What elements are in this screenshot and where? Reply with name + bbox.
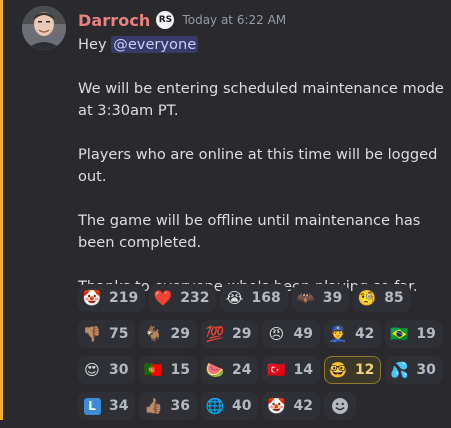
reaction-count: 219 bbox=[109, 290, 139, 306]
reaction-row: L 34 👍🏽 36 🌐 40 🤡 42 bbox=[78, 392, 451, 420]
reaction-face-with-monocle[interactable]: 🧐 85 bbox=[353, 284, 411, 312]
heart-eyes-face-icon: 😍 bbox=[84, 361, 100, 379]
message-content: Hey @everyone We will be entering schedu… bbox=[78, 34, 448, 298]
role-badge-icon[interactable]: RS bbox=[156, 11, 175, 29]
reaction-thumbs-down[interactable]: 👎🏽 75 bbox=[78, 320, 136, 348]
message-paragraph: We will be entering scheduled maintenanc… bbox=[78, 80, 444, 119]
reaction-loudly-crying-face[interactable]: 😭 168 bbox=[220, 284, 288, 312]
reaction-count: 19 bbox=[416, 326, 436, 342]
nerd-face-icon: 🤓 bbox=[328, 361, 348, 379]
reaction-nerd-face[interactable]: 🤓 12 bbox=[323, 356, 382, 384]
reaction-goat[interactable]: 🐐 29 bbox=[139, 320, 197, 348]
message-header: Darroch RS Today at 6:22 AM bbox=[78, 9, 286, 31]
reaction-count: 39 bbox=[322, 290, 343, 306]
reaction-sweat-emoji[interactable]: 💦 30 bbox=[385, 356, 443, 384]
reaction-angry-face[interactable]: 😠 49 bbox=[262, 320, 320, 348]
angry-face-icon: 😠 bbox=[268, 325, 285, 343]
clown-face-icon: 🤡 bbox=[82, 289, 102, 307]
add-reaction-button[interactable] bbox=[323, 392, 356, 420]
flag-brazil-icon: 🇧🇷 bbox=[390, 325, 409, 343]
clown-heart-eyes-icon: 🤡 bbox=[267, 397, 286, 415]
hundred-points-icon: 💯 bbox=[205, 325, 225, 343]
police-officer-icon: 👮 bbox=[328, 325, 348, 343]
add-reaction-smiley-icon bbox=[331, 397, 349, 415]
reaction-flag-portugal[interactable]: 🇵🇹 15 bbox=[139, 356, 197, 384]
reaction-count: 29 bbox=[231, 326, 252, 342]
reaction-row: 👎🏽 75 🐐 29 💯 29 😠 49 👮 42 🇧🇷 19 bbox=[78, 320, 451, 348]
letter-l-button-icon: L bbox=[83, 397, 101, 415]
reaction-flag-turkey[interactable]: 🇹🇷 14 bbox=[262, 356, 320, 384]
reactions-bar: 🤡 219 ❤️ 232 😭 168 🦇 39 🧐 85 👎🏽 75 🐐 29 💯 29 😠 49… bbox=[78, 284, 451, 428]
reaction-count: 40 bbox=[231, 398, 252, 414]
reaction-police-officer[interactable]: 👮 42 bbox=[323, 320, 382, 348]
reaction-count: 42 bbox=[354, 326, 375, 342]
reaction-row: 😍 30 🇵🇹 15 🍉 24 🇹🇷 14 🤓 12 💦 30 bbox=[78, 356, 451, 384]
message-timestamp[interactable]: Today at 6:22 AM bbox=[182, 13, 286, 27]
loudly-crying-face-icon: 😭 bbox=[225, 289, 244, 307]
reaction-count: 168 bbox=[251, 290, 281, 306]
reaction-count: 29 bbox=[170, 326, 190, 342]
globe-emoji-icon: 🌐 bbox=[205, 397, 225, 415]
message-paragraph: The game will be offline until maintenan… bbox=[78, 212, 421, 251]
reaction-clown-face[interactable]: 🤡 219 bbox=[78, 284, 146, 312]
reaction-count: 42 bbox=[293, 398, 313, 414]
greeting-line: Hey @everyone bbox=[78, 34, 448, 56]
reaction-watermelon[interactable]: 🍉 24 bbox=[200, 356, 259, 384]
thumbs-up-icon: 👍🏽 bbox=[144, 397, 163, 415]
everyone-mention[interactable]: @everyone bbox=[111, 36, 199, 53]
goat-icon: 🐐 bbox=[144, 325, 163, 343]
avatar-portrait-icon bbox=[22, 6, 66, 50]
reaction-count: 24 bbox=[231, 362, 252, 378]
flag-turkey-icon: 🇹🇷 bbox=[267, 361, 286, 379]
red-heart-icon: ❤️ bbox=[153, 289, 173, 307]
username[interactable]: Darroch bbox=[78, 11, 150, 30]
reaction-red-heart[interactable]: ❤️ 232 bbox=[149, 284, 217, 312]
greeting-text: Hey bbox=[78, 36, 112, 53]
reaction-flag-brazil[interactable]: 🇧🇷 19 bbox=[385, 320, 443, 348]
mention-highlight-bar bbox=[0, 0, 3, 420]
reaction-heart-eyes-face[interactable]: 😍 30 bbox=[78, 356, 136, 384]
reaction-count: 14 bbox=[293, 362, 313, 378]
watermelon-icon: 🍉 bbox=[205, 361, 225, 379]
user-avatar[interactable] bbox=[22, 6, 66, 50]
message-paragraph: Players who are online at this time will… bbox=[78, 146, 438, 185]
reaction-count: 85 bbox=[384, 290, 404, 306]
flag-portugal-icon: 🇵🇹 bbox=[144, 361, 163, 379]
reaction-count: 12 bbox=[354, 362, 375, 378]
reaction-letter-l[interactable]: L 34 bbox=[78, 392, 136, 420]
face-with-monocle-icon: 🧐 bbox=[357, 289, 377, 307]
sweat-emoji-icon: 💦 bbox=[390, 361, 409, 379]
reaction-count: 30 bbox=[109, 362, 129, 378]
reaction-count: 49 bbox=[293, 326, 313, 342]
reaction-clown-heart-eyes[interactable]: 🤡 42 bbox=[262, 392, 320, 420]
reaction-hundred-points[interactable]: 💯 29 bbox=[200, 320, 259, 348]
reaction-globe-emoji[interactable]: 🌐 40 bbox=[200, 392, 259, 420]
bat-icon: 🦇 bbox=[296, 289, 316, 307]
reaction-thumbs-up[interactable]: 👍🏽 36 bbox=[139, 392, 197, 420]
reaction-count: 34 bbox=[109, 398, 129, 414]
reaction-bat[interactable]: 🦇 39 bbox=[291, 284, 350, 312]
reaction-count: 36 bbox=[170, 398, 190, 414]
reaction-count: 75 bbox=[109, 326, 129, 342]
reaction-row: 🤡 219 ❤️ 232 😭 168 🦇 39 🧐 85 bbox=[78, 284, 451, 312]
reaction-count: 15 bbox=[170, 362, 190, 378]
reaction-count: 30 bbox=[416, 362, 436, 378]
reaction-count: 232 bbox=[180, 290, 210, 306]
thumbs-down-icon: 👎🏽 bbox=[82, 325, 102, 343]
